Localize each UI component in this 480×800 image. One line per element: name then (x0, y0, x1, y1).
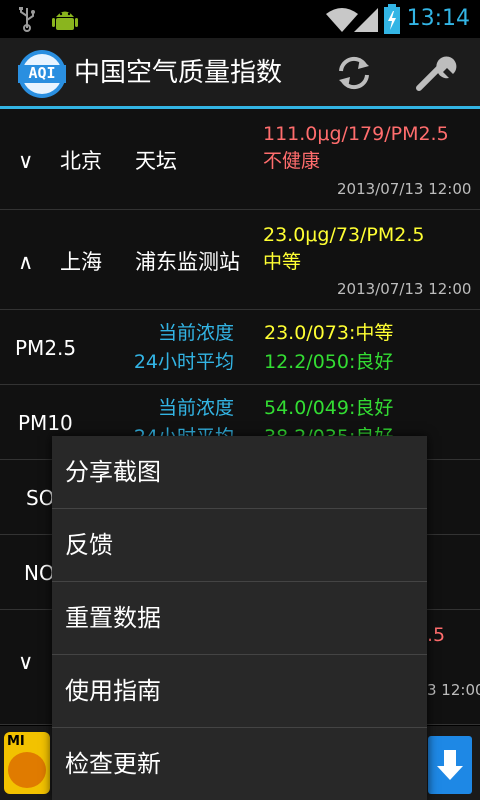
update-time: 3 12:00 (427, 681, 480, 699)
download-button[interactable] (428, 736, 472, 794)
current-label: 当前浓度 (157, 397, 234, 419)
pollutant-row-pm25: PM2.5 当前浓度 24小时平均 23.0/073:中等 12.2/050:良… (0, 310, 480, 385)
aqi-value: 23.0μg/73/PM2.5 (263, 224, 425, 246)
city-row-shanghai[interactable]: ∧ 上海 浦东监测站 23.0μg/73/PM2.5 中等 2013/07/13… (0, 210, 480, 310)
current-value: 23.0/073:中等 (264, 322, 394, 344)
refresh-icon[interactable] (333, 52, 375, 94)
menu-item-label: 使用指南 (65, 677, 161, 705)
download-icon (437, 750, 463, 780)
menu-item-share-screenshot[interactable]: 分享截图 (52, 436, 427, 509)
menu-item-user-guide[interactable]: 使用指南 (52, 655, 427, 728)
menu-item-check-update[interactable]: 检查更新 (52, 728, 427, 800)
current-value: 54.0/049:良好 (264, 397, 394, 419)
menu-item-label: 检查更新 (65, 750, 161, 778)
overflow-menu: 分享截图 反馈 重置数据 使用指南 检查更新 (52, 436, 427, 800)
avg-label: 24小时平均 (133, 351, 234, 373)
update-time: 2013/07/13 12:00 (337, 180, 472, 198)
expand-arrow-icon[interactable]: ∨ (18, 147, 33, 175)
signal-icon (354, 8, 378, 32)
city-row-beijing[interactable]: ∨ 北京 天坛 111.0μg/179/PM2.5 不健康 2013/07/13… (0, 109, 480, 210)
logo-text: AQI (28, 64, 56, 82)
city-name: 北京 (60, 149, 102, 173)
status-bar: 13:14 (0, 0, 480, 38)
update-time: 2013/07/13 12:00 (337, 280, 472, 298)
menu-item-reset-data[interactable]: 重置数据 (52, 582, 427, 655)
aqi-level: 中等 (263, 251, 302, 273)
expand-arrow-icon[interactable]: ∨ (18, 648, 33, 676)
menu-item-feedback[interactable]: 反馈 (52, 509, 427, 582)
menu-item-label: 分享截图 (65, 458, 161, 486)
avg-value: 12.2/050:良好 (264, 351, 394, 373)
app-title: 中国空气质量指数 (74, 58, 283, 88)
ad-image[interactable]: MI (4, 732, 50, 794)
collapse-arrow-icon[interactable]: ∧ (18, 248, 33, 276)
aqi-value: .5 (427, 624, 446, 646)
city-name: 上海 (60, 250, 102, 274)
aqi-value: 111.0μg/179/PM2.5 (263, 123, 449, 145)
pollutant-name: SO (26, 486, 55, 510)
current-label: 当前浓度 (157, 322, 234, 344)
aqi-level: 不健康 (263, 150, 321, 172)
pollutant-name: PM2.5 (15, 336, 77, 360)
station-name: 浦东监测站 (135, 250, 240, 274)
status-time: 13:14 (406, 6, 470, 31)
station-name: 天坛 (135, 149, 177, 173)
battery-icon (384, 4, 400, 34)
ad-badge: MI (7, 734, 25, 749)
app-logo[interactable]: AQI (18, 50, 66, 98)
pollutant-name: PM10 (18, 411, 73, 435)
pollutant-name: NO (24, 561, 55, 585)
menu-item-label: 反馈 (65, 531, 113, 559)
usb-icon (19, 7, 35, 32)
wrench-icon[interactable] (413, 54, 461, 94)
android-icon (52, 11, 78, 30)
menu-item-label: 重置数据 (65, 604, 161, 632)
